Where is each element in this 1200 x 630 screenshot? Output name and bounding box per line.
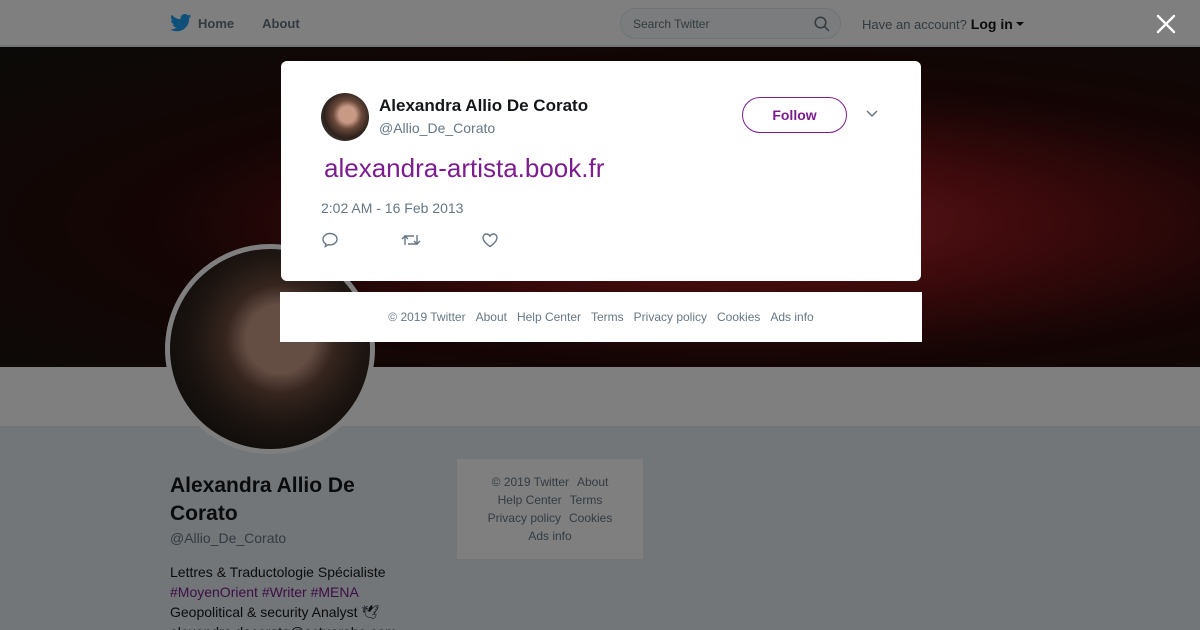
footer-privacy-link[interactable]: Privacy policy [634, 310, 707, 324]
reply-icon [322, 232, 338, 248]
footer-about-link[interactable]: About [476, 310, 507, 324]
footer-terms-link[interactable]: Terms [591, 310, 624, 324]
chevron-down-icon[interactable] [865, 109, 879, 119]
footer-ads-link[interactable]: Ads info [770, 310, 813, 324]
footer-cookies-link[interactable]: Cookies [717, 310, 760, 324]
follow-button[interactable]: Follow [742, 97, 847, 133]
footer-copyright: © 2019 Twitter [388, 310, 466, 324]
tweet-author-handle[interactable]: @Allio_De_Corato [379, 120, 495, 136]
like-action[interactable] [481, 231, 561, 251]
footer-help-link[interactable]: Help Center [517, 310, 581, 324]
heart-icon [482, 233, 498, 248]
retweet-icon [401, 235, 421, 245]
tweet-actions [321, 231, 561, 251]
tweet-link[interactable]: alexandra-artista.book.fr [324, 153, 604, 184]
tweet-author-avatar[interactable] [321, 93, 369, 141]
tweet-author-name[interactable]: Alexandra Allio De Corato [379, 96, 588, 116]
tweet-modal: Alexandra Allio De Corato @Allio_De_Cora… [281, 61, 921, 281]
reply-action[interactable] [321, 231, 401, 251]
close-icon[interactable] [1154, 12, 1178, 36]
tweet-timestamp[interactable]: 2:02 AM - 16 Feb 2013 [321, 200, 463, 216]
modal-footer: © 2019 Twitter About Help Center Terms P… [280, 292, 922, 342]
retweet-action[interactable] [401, 231, 481, 251]
